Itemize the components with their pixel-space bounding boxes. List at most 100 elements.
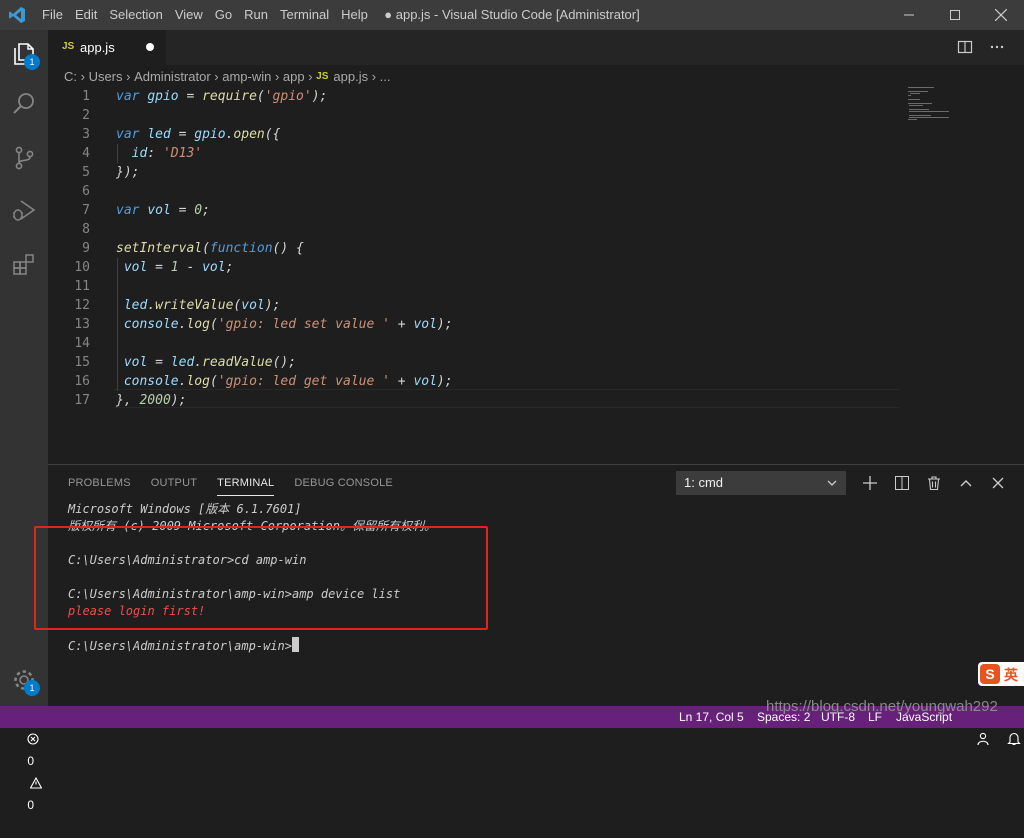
code-text: });	[116, 165, 140, 180]
explorer-button[interactable]: 1	[0, 30, 48, 78]
code-line: 8	[48, 220, 898, 239]
terminal-select-value: 1: cmd	[684, 475, 724, 490]
line-number: 17	[74, 393, 90, 408]
code-line: 1 var gpio = require('gpio');	[48, 87, 898, 106]
breadcrumb-separator: ›	[122, 68, 135, 84]
run-debug-button[interactable]	[0, 186, 48, 234]
tab-app-js[interactable]: JS app.js	[48, 30, 166, 65]
unsaved-dot-icon[interactable]	[146, 43, 154, 51]
notifications-button[interactable]	[994, 706, 1022, 772]
run-debug-icon	[13, 200, 36, 221]
line-number: 15	[74, 355, 90, 370]
terminal-select[interactable]: 1: cmd	[676, 471, 846, 495]
extensions-icon	[13, 254, 34, 275]
code-line: 4 id: 'D13'	[48, 144, 898, 163]
breadcrumb-item[interactable]: Users	[89, 69, 123, 84]
code-line: 15 vol = led.readValue();	[48, 353, 898, 372]
menu-terminal[interactable]: Terminal	[274, 0, 335, 30]
line-number: 8	[82, 222, 90, 237]
problems-status[interactable]: 0 0	[14, 706, 43, 838]
minimize-icon	[904, 14, 914, 16]
close-button[interactable]	[978, 0, 1024, 30]
source-control-button[interactable]	[0, 134, 48, 182]
tab-debug-console[interactable]: DEBUG CONSOLE	[294, 477, 393, 496]
breadcrumb-item[interactable]: Administrator	[134, 69, 211, 84]
menu-go[interactable]: Go	[209, 0, 238, 30]
cursor-position[interactable]: Ln 17, Col 5	[679, 706, 744, 728]
breadcrumb-separator: ›	[271, 68, 283, 84]
tab-label: app.js	[80, 40, 115, 55]
breadcrumb-item[interactable]: app	[283, 69, 305, 84]
menu-selection[interactable]: Selection	[103, 0, 168, 30]
code-text: var vol = 0;	[116, 203, 210, 218]
line-number: 14	[74, 336, 90, 351]
javascript-file-icon: JS	[62, 41, 75, 52]
search-button[interactable]	[0, 80, 48, 128]
breadcrumb-item[interactable]: ...	[380, 69, 391, 84]
sogou-ime-logo-icon: S	[980, 664, 1000, 684]
breadcrumb-separator: ›	[77, 68, 89, 84]
settings-badge: 1	[24, 680, 40, 696]
menu-edit[interactable]: Edit	[69, 0, 103, 30]
breadcrumb-item[interactable]: amp-win	[222, 69, 271, 84]
menu-file[interactable]: File	[36, 0, 69, 30]
code-line: 7 var vol = 0;	[48, 201, 898, 220]
trash-icon	[928, 476, 940, 490]
feedback-button[interactable]	[964, 706, 991, 772]
search-icon	[13, 93, 34, 114]
extensions-button[interactable]	[0, 240, 48, 288]
code-line: 16 console.log('gpio: led get value ' + …	[48, 372, 898, 391]
line-number: 11	[74, 279, 90, 294]
ime-indicator[interactable]: S 英	[978, 662, 1024, 686]
menu-view[interactable]: View	[169, 0, 209, 30]
code-text: }, 2000);	[116, 393, 187, 408]
more-actions-button[interactable]	[986, 36, 1008, 58]
error-icon	[27, 733, 39, 745]
line-number: 2	[82, 108, 90, 123]
close-icon	[992, 477, 1004, 489]
code-text: vol = led.readValue();	[123, 355, 297, 370]
breadcrumb-separator: ›	[210, 68, 223, 84]
code-line: 9 setInterval(function() {	[48, 239, 898, 258]
tab-output[interactable]: OUTPUT	[151, 477, 197, 496]
code-line: 5});	[48, 163, 898, 182]
panel-tabs: PROBLEMS OUTPUT TERMINAL DEBUG CONSOLE	[68, 477, 413, 496]
split-terminal-button[interactable]	[892, 473, 912, 493]
code-text: var led = gpio.open({	[116, 127, 281, 142]
warning-icon	[29, 776, 43, 789]
explorer-badge: 1	[24, 54, 40, 70]
menu-bar: File Edit Selection View Go Run Terminal…	[36, 0, 374, 30]
minimap[interactable]	[908, 87, 1008, 127]
chevron-up-icon	[960, 480, 972, 487]
breadcrumb-item[interactable]: app.js	[333, 69, 368, 84]
code-line: 10 vol = 1 - vol;	[48, 258, 898, 277]
tab-problems[interactable]: PROBLEMS	[68, 477, 131, 496]
plus-icon	[863, 476, 877, 490]
manage-button[interactable]: 1	[0, 656, 48, 704]
line-number: 5	[82, 165, 90, 180]
terminal-prompt: C:\Users\Administrator\amp-win>	[68, 639, 292, 653]
tab-terminal[interactable]: TERMINAL	[217, 477, 275, 496]
maximize-button[interactable]	[932, 0, 978, 30]
chevron-down-icon	[827, 480, 837, 486]
source-control-icon	[15, 146, 34, 170]
new-terminal-button[interactable]	[860, 473, 880, 493]
close-panel-button[interactable]	[988, 473, 1008, 493]
code-editor[interactable]: 1 var gpio = require('gpio'); 2 3 var led = …	[48, 87, 1024, 464]
terminal-cursor	[291, 637, 299, 652]
maximize-panel-button[interactable]	[956, 473, 976, 493]
split-editor-button[interactable]	[954, 36, 976, 58]
split-terminal-icon	[895, 476, 909, 490]
menu-help[interactable]: Help	[335, 0, 374, 30]
breadcrumb: C: › Users › Administrator › amp-win › a…	[48, 65, 1024, 87]
menu-run[interactable]: Run	[238, 0, 274, 30]
title-bar: File Edit Selection View Go Run Terminal…	[0, 0, 1024, 30]
terminal-line: Microsoft Windows [版本 6.1.7601]	[68, 502, 302, 516]
minimize-button[interactable]	[886, 0, 932, 30]
line-number: 10	[74, 260, 90, 275]
warning-count: 0	[27, 798, 35, 812]
kill-terminal-button[interactable]	[924, 473, 944, 493]
breadcrumb-item[interactable]: C:	[64, 69, 77, 84]
maximize-icon	[950, 10, 960, 20]
line-number: 3	[82, 127, 90, 142]
